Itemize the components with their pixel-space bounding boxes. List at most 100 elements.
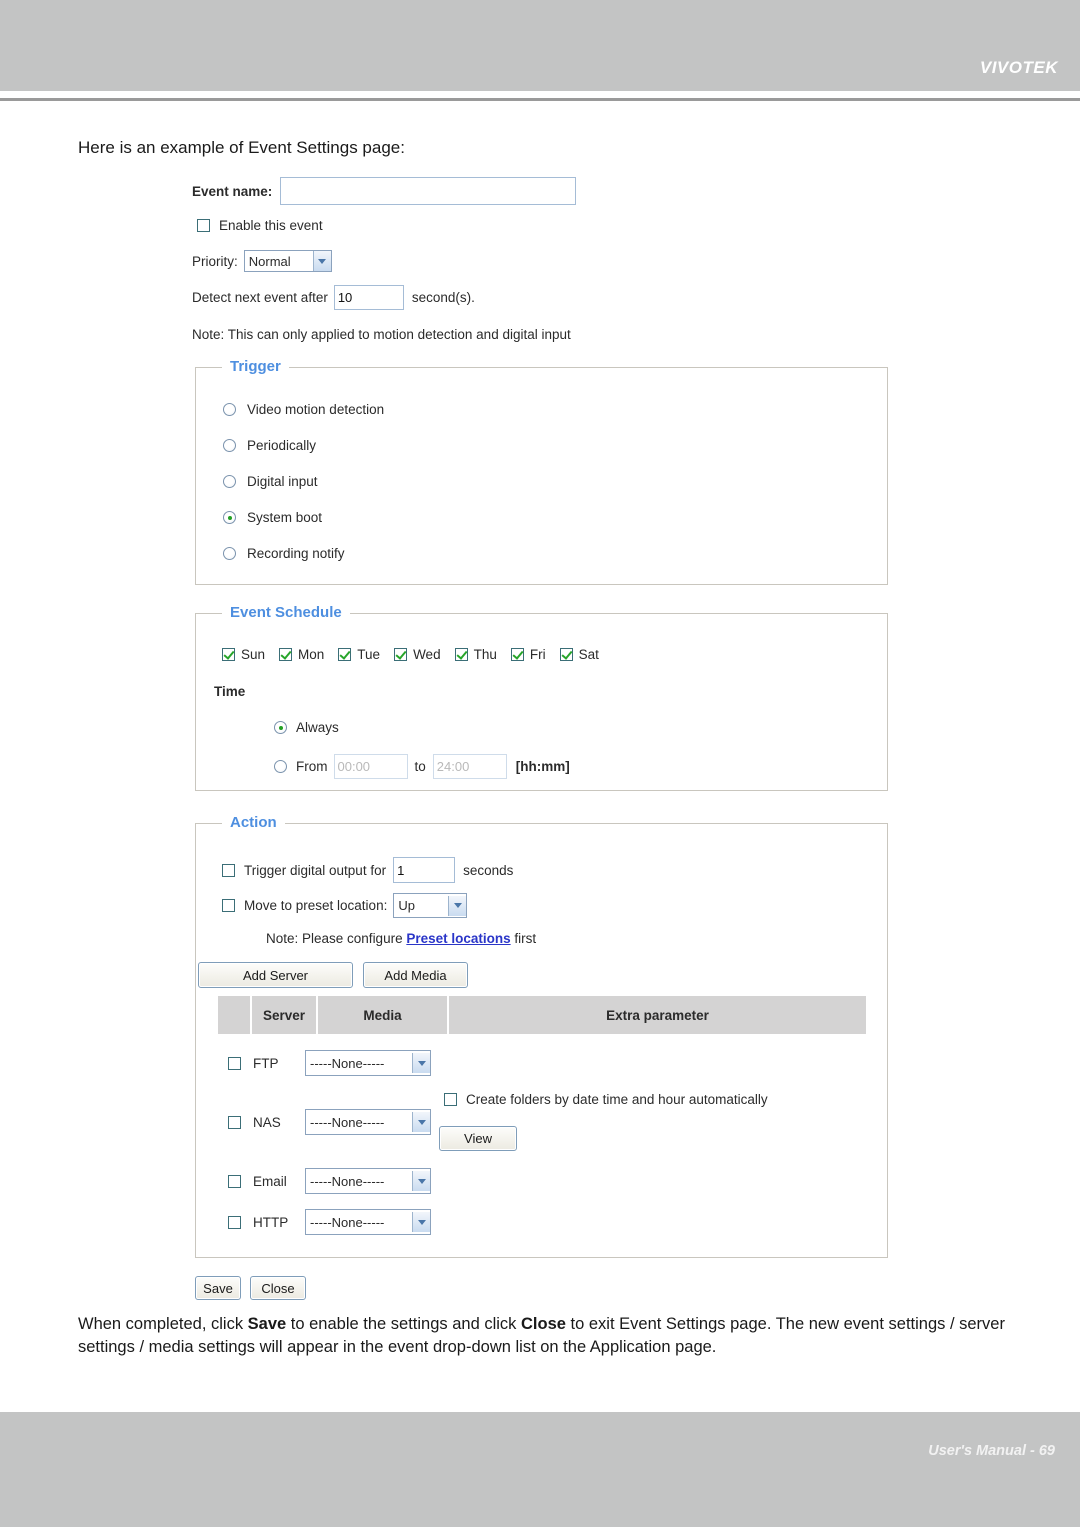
form-buttons-row: Save Close	[195, 1276, 306, 1300]
detect-next-event-input[interactable]	[333, 285, 404, 310]
move-to-preset-label: Move to preset location:	[244, 898, 388, 913]
trigger-option-system-boot[interactable]: System boot	[223, 510, 322, 525]
detect-next-event-row: Detect next event after second(s).	[192, 285, 475, 310]
preset-note: Note: Please configure Preset locations …	[266, 931, 536, 946]
checkbox-trigger-digital-output[interactable]	[222, 863, 235, 877]
vivotek-logo: VIVOTEK	[979, 58, 1058, 77]
save-button[interactable]: Save	[195, 1276, 241, 1300]
radio-digital-input[interactable]	[223, 475, 236, 488]
radio-from-to[interactable]	[274, 760, 287, 773]
add-media-button[interactable]: Add Media	[363, 962, 468, 988]
trigger-digital-output-row: Trigger digital output for seconds	[222, 857, 513, 883]
chevron-down-icon	[448, 895, 467, 916]
trigger-digital-output-label: Trigger digital output for	[244, 862, 387, 878]
checkbox-thu[interactable]	[454, 648, 468, 661]
move-to-preset-row: Move to preset location: Up	[222, 893, 468, 918]
schedule-from-row: From to [hh:mm]	[274, 754, 570, 779]
view-button[interactable]: View	[439, 1126, 517, 1151]
checkbox-nas[interactable]	[228, 1115, 241, 1129]
detect-next-event-suffix: second(s).	[411, 290, 475, 305]
schedule-days-row: Sun Mon Tue Wed Thu Fri Sat	[222, 647, 599, 662]
checkbox-create-folders-automatically[interactable]	[444, 1093, 457, 1106]
day-label-fri: Fri	[529, 647, 546, 662]
footer-page-label: User's Manual - 69	[928, 1443, 1055, 1459]
trigger-option-label: Digital input	[247, 474, 318, 489]
add-server-button[interactable]: Add Server	[198, 962, 353, 988]
checkbox-sat[interactable]	[559, 648, 573, 661]
outro-save-bold: Save	[247, 1315, 287, 1333]
server-label-ftp: FTP	[253, 1055, 279, 1071]
day-label-sun: Sun	[241, 647, 266, 662]
checkbox-wed[interactable]	[394, 648, 408, 661]
schedule-always-row[interactable]: Always	[274, 720, 339, 735]
event-name-row: Event name:	[192, 177, 577, 205]
chevron-down-icon	[312, 251, 331, 271]
trigger-legend: Trigger	[222, 358, 289, 375]
header-divider-rule	[0, 98, 1080, 101]
trigger-digital-output-seconds-input[interactable]	[393, 857, 456, 883]
chevron-down-icon	[412, 1112, 430, 1132]
trigger-option-digital-input[interactable]: Digital input	[223, 474, 318, 489]
to-time-input[interactable]	[432, 754, 507, 779]
outro-paragraph: When completed, click Save to enable the…	[78, 1313, 1008, 1359]
checkbox-fri[interactable]	[510, 648, 524, 661]
chevron-down-icon	[412, 1212, 430, 1232]
from-time-input[interactable]	[333, 754, 408, 779]
column-header-server: Server	[252, 996, 318, 1034]
chevron-down-icon	[412, 1171, 430, 1191]
trigger-option-label: Recording notify	[247, 546, 345, 561]
server-label-email: Email	[253, 1173, 287, 1189]
radio-always[interactable]	[274, 721, 287, 734]
trigger-option-label: System boot	[247, 510, 323, 525]
trigger-option-video-motion-detection[interactable]: Video motion detection	[223, 402, 384, 417]
chevron-down-icon	[412, 1053, 430, 1073]
media-selected-value-http: -----None-----	[310, 1214, 385, 1230]
action-legend: Action	[222, 814, 285, 831]
detect-next-event-label: Detect next event after	[192, 290, 328, 305]
trigger-option-recording-notify[interactable]: Recording notify	[223, 546, 345, 561]
create-folders-label: Create folders by date time and hour aut…	[466, 1092, 768, 1107]
radio-recording-notify[interactable]	[223, 547, 236, 560]
table-row-ftp: FTP -----None-----	[228, 1050, 431, 1076]
media-select-ftp[interactable]: -----None-----	[305, 1050, 431, 1076]
enable-event-row[interactable]: Enable this event	[197, 218, 323, 233]
table-row-email: Email -----None-----	[228, 1168, 431, 1194]
column-header-extra-parameter: Extra parameter	[449, 996, 866, 1034]
page-header-band	[0, 0, 1080, 91]
checkbox-mon[interactable]	[279, 648, 293, 661]
day-label-tue: Tue	[357, 647, 381, 662]
trigger-digital-output-suffix: seconds	[463, 862, 514, 878]
checkbox-http[interactable]	[228, 1215, 241, 1229]
day-label-sat: Sat	[578, 647, 599, 662]
radio-system-boot[interactable]	[223, 511, 236, 524]
priority-selected-value: Normal	[248, 253, 291, 269]
checkbox-tue[interactable]	[338, 648, 352, 661]
trigger-option-periodically[interactable]: Periodically	[223, 438, 316, 453]
checkbox-sun[interactable]	[222, 648, 235, 661]
trigger-fieldset: Trigger Video motion detection Periodica…	[195, 358, 888, 585]
checkbox-email[interactable]	[228, 1174, 241, 1188]
page-footer-band	[0, 1412, 1080, 1527]
preset-location-select[interactable]: Up	[393, 893, 468, 918]
priority-select[interactable]: Normal	[243, 250, 332, 272]
preset-locations-link[interactable]: Preset locations	[406, 931, 510, 946]
preset-location-selected-value: Up	[398, 898, 415, 913]
column-header-select	[218, 996, 252, 1034]
day-label-mon: Mon	[298, 647, 325, 662]
priority-label: Priority:	[192, 253, 238, 269]
checkbox-move-to-preset[interactable]	[222, 899, 235, 912]
event-schedule-legend: Event Schedule	[222, 604, 350, 621]
checkbox-ftp[interactable]	[228, 1056, 241, 1070]
media-select-email[interactable]: -----None-----	[305, 1168, 431, 1194]
nas-create-folders-row[interactable]: Create folders by date time and hour aut…	[444, 1092, 768, 1107]
event-name-label: Event name:	[192, 183, 273, 199]
event-name-input[interactable]	[280, 177, 577, 205]
trigger-option-label: Periodically	[247, 438, 317, 453]
radio-periodically[interactable]	[223, 439, 236, 452]
media-select-http[interactable]: -----None-----	[305, 1209, 431, 1235]
radio-video-motion-detection[interactable]	[223, 403, 236, 416]
close-button[interactable]: Close	[250, 1276, 306, 1300]
preset-note-prefix: Note: Please configure	[266, 931, 407, 946]
media-select-nas[interactable]: -----None-----	[305, 1109, 431, 1135]
enable-event-checkbox[interactable]	[197, 219, 210, 232]
